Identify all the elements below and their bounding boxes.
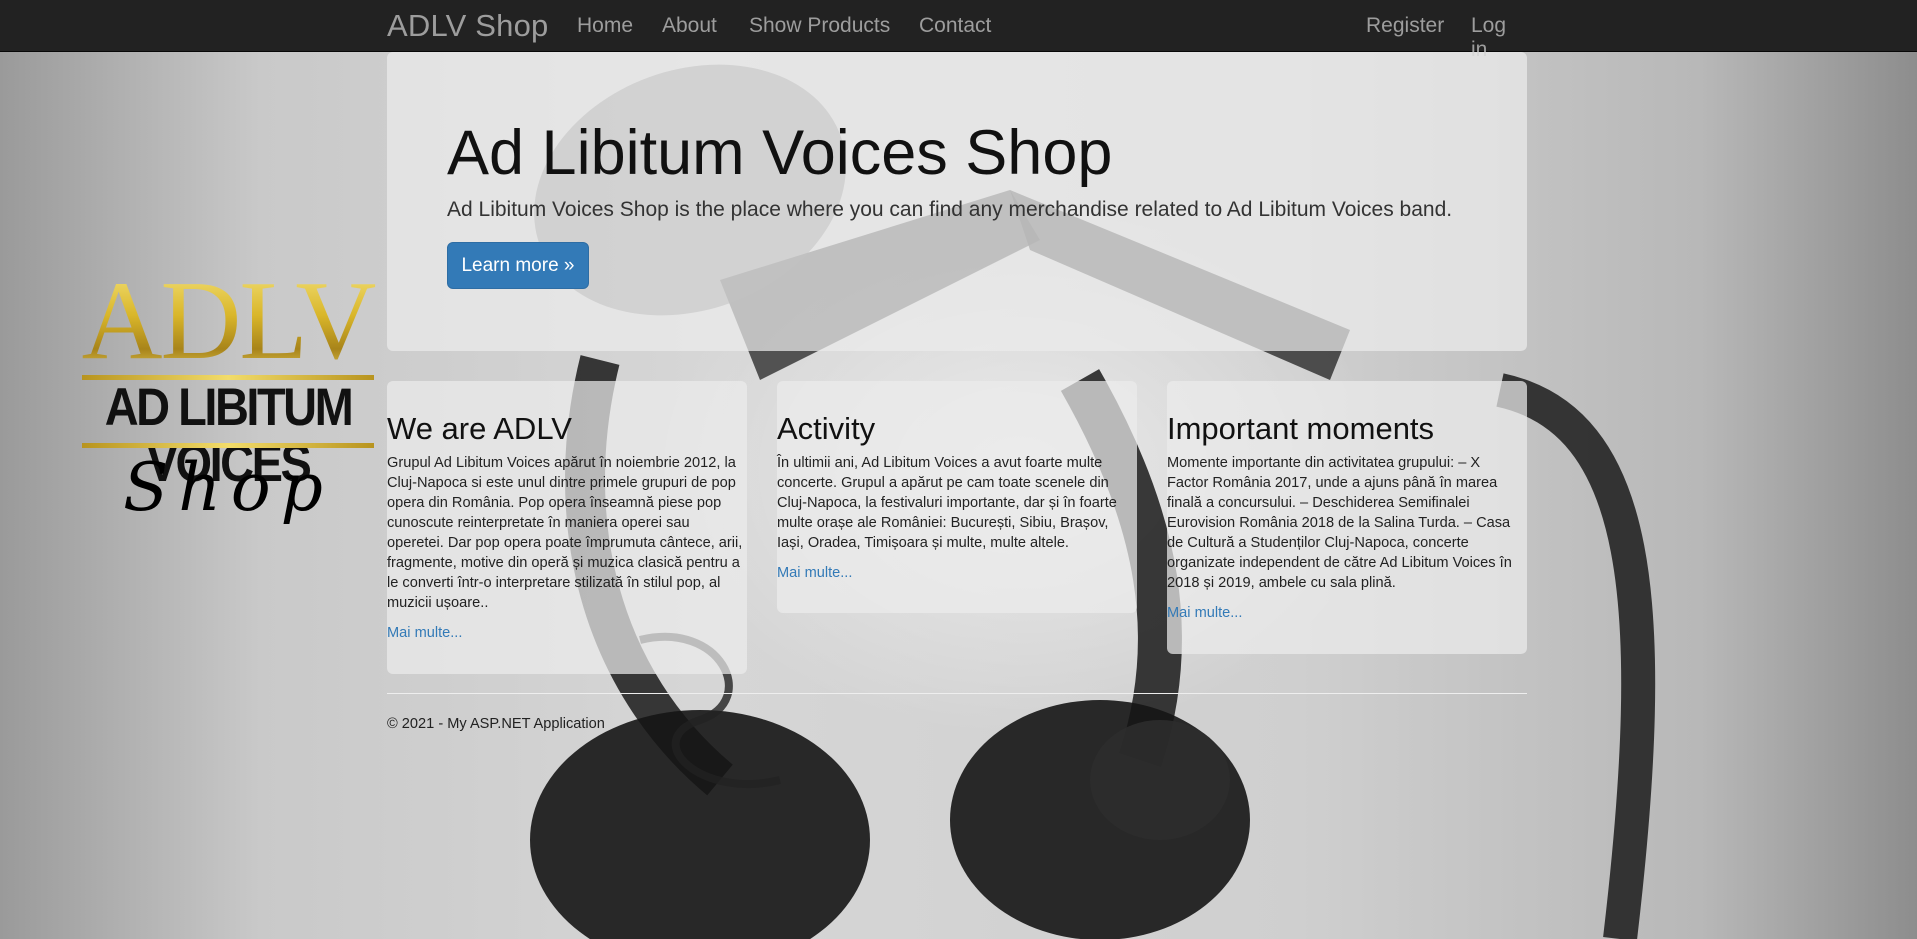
page-title: Ad Libitum Voices Shop xyxy=(447,118,1113,188)
nav-about[interactable]: About xyxy=(662,14,717,38)
card-more-link[interactable]: Mai multe... xyxy=(387,625,462,641)
adlv-shop-logo: ADLV AD LIBITUM VOICES Shop xyxy=(80,265,377,535)
nav-show-products[interactable]: Show Products xyxy=(749,14,890,38)
card-title: We are ADLV xyxy=(387,411,572,446)
logo-divider-bottom xyxy=(82,443,374,448)
nav-register[interactable]: Register xyxy=(1366,14,1444,38)
nav-contact[interactable]: Contact xyxy=(919,14,991,38)
card-more-link[interactable]: Mai multe... xyxy=(1167,605,1242,621)
logo-adlv-text: ADLV xyxy=(81,259,377,383)
card-activity: Activity În ultimii ani, Ad Libitum Voic… xyxy=(777,381,1137,613)
card-we-are-adlv: We are ADLV Grupul Ad Libitum Voices apă… xyxy=(387,381,747,674)
nav-home[interactable]: Home xyxy=(577,14,633,38)
card-text: Grupul Ad Libitum Voices apărut în noiem… xyxy=(387,455,743,611)
card-title: Activity xyxy=(777,411,876,446)
top-navbar: ADLV Shop Home About Show Products Conta… xyxy=(0,0,1917,61)
footer-divider xyxy=(387,693,1527,694)
card-more-link[interactable]: Mai multe... xyxy=(777,565,852,581)
learn-more-button[interactable]: Learn more » xyxy=(447,242,589,289)
card-important-moments: Important moments Momente importante din… xyxy=(1167,381,1527,654)
navbar-container: ADLV Shop Home About Show Products Conta… xyxy=(387,0,1527,61)
footer-copyright: © 2021 - My ASP.NET Application xyxy=(387,716,605,732)
card-text: Momente importante din activitatea grupu… xyxy=(1167,455,1512,591)
jumbotron: Ad Libitum Voices Shop Ad Libitum Voices… xyxy=(387,52,1527,351)
logo-shop-text: Shop xyxy=(123,449,333,526)
brand-link[interactable]: ADLV Shop xyxy=(387,8,549,44)
card-title: Important moments xyxy=(1167,411,1435,446)
jumbotron-lead: Ad Libitum Voices Shop is the place wher… xyxy=(447,198,1453,221)
card-text: În ultimii ani, Ad Libitum Voices a avut… xyxy=(777,455,1117,551)
